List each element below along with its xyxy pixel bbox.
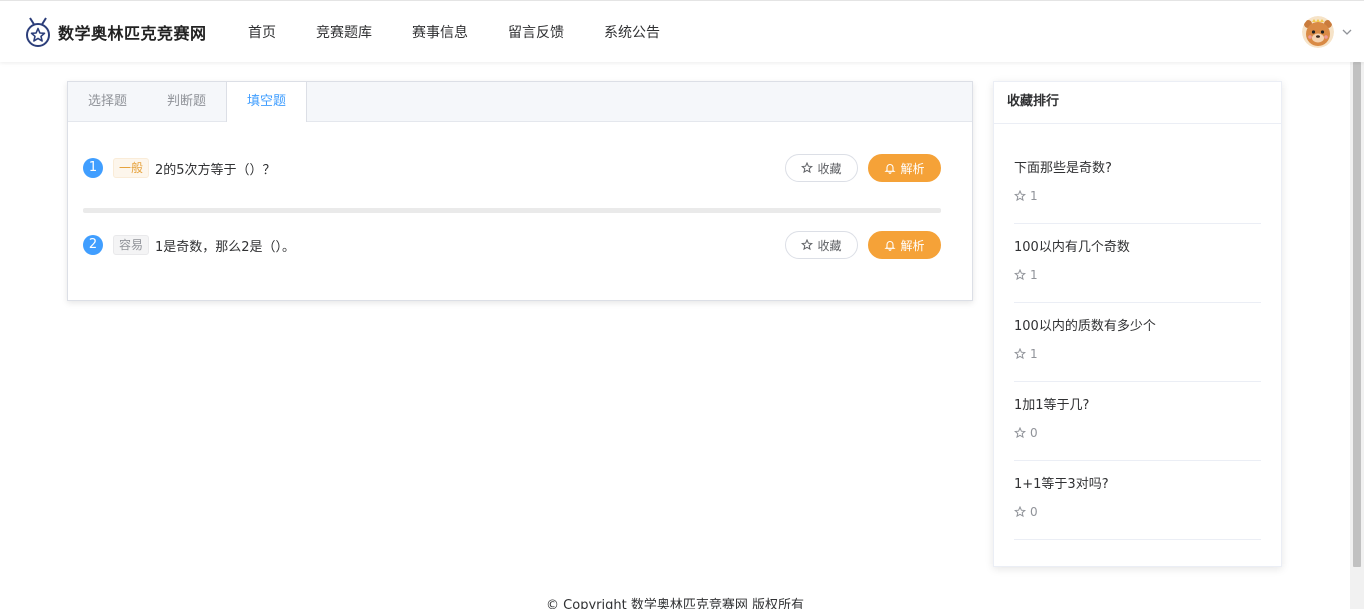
copyright-footer: © Copyright 数学奥林匹克竞赛网 版权所有 <box>546 598 804 609</box>
nav-home[interactable]: 首页 <box>248 22 276 42</box>
star-outline-icon <box>1014 506 1026 518</box>
tab-true-false[interactable]: 判断题 <box>147 82 226 122</box>
question-row: 2 容易 1是奇数，那么2是（）。 收藏 解析 <box>83 231 941 259</box>
tab-multiple-choice[interactable]: 选择题 <box>68 82 147 122</box>
favorites-ranking-card: 收藏排行 下面那些是奇数? 1 100以内有几个奇数 1 100以内的质数有多少… <box>993 81 1282 567</box>
star-outline-icon <box>801 162 814 174</box>
question-text[interactable]: 2的5次方等于（）？ <box>155 159 276 178</box>
site-title: 数学奥林匹克竞赛网 <box>58 24 207 43</box>
ranking-item-title[interactable]: 1+1等于3对吗? <box>1014 473 1261 492</box>
list-item: 100以内的质数有多少个 1 <box>1014 303 1261 382</box>
favorite-count: 1 <box>1014 268 1261 282</box>
question-actions: 收藏 解析 <box>785 231 941 259</box>
medal-star-icon <box>26 17 50 47</box>
question-row: 1 一般 2的5次方等于（）？ 收藏 解析 <box>83 154 941 182</box>
favorite-count: 0 <box>1014 426 1261 440</box>
list-item: 1+1等于3对吗? 0 <box>1014 461 1261 540</box>
favorite-count: 0 <box>1014 505 1261 519</box>
site-logo[interactable]: 数学奥林匹克竞赛网 <box>24 14 207 50</box>
nav-competition-info[interactable]: 赛事信息 <box>412 22 468 42</box>
analysis-button[interactable]: 解析 <box>868 154 941 182</box>
question-actions: 收藏 解析 <box>785 154 941 182</box>
difficulty-tag: 容易 <box>113 235 150 255</box>
question-text[interactable]: 1是奇数，那么2是（）。 <box>155 236 295 255</box>
star-outline-icon <box>801 239 814 251</box>
favorite-button[interactable]: 收藏 <box>785 154 858 182</box>
nav-question-bank[interactable]: 竞赛题库 <box>316 22 372 42</box>
ranking-item-title[interactable]: 下面那些是奇数? <box>1014 157 1261 176</box>
star-outline-icon <box>1014 269 1026 281</box>
page-scrollbar[interactable] <box>1350 62 1364 609</box>
question-type-tabs: 选择题 判断题 填空题 <box>68 82 972 122</box>
star-outline-icon <box>1014 190 1026 202</box>
top-header: 数学奥林匹克竞赛网 首页 竞赛题库 赛事信息 留言反馈 系统公告 <box>0 0 1364 62</box>
favorite-label: 收藏 <box>817 161 842 176</box>
analysis-label: 解析 <box>900 161 925 176</box>
list-item: 1加1等于几? 0 <box>1014 382 1261 461</box>
user-menu[interactable] <box>1302 16 1352 48</box>
analysis-label: 解析 <box>900 238 925 253</box>
ranking-title: 收藏排行 <box>994 82 1281 124</box>
ranking-item-title[interactable]: 100以内有几个奇数 <box>1014 236 1261 255</box>
bell-icon <box>884 164 897 174</box>
list-item: 100以内有几个奇数 1 <box>1014 224 1261 303</box>
favorite-count-value: 0 <box>1030 426 1038 440</box>
difficulty-tag: 一般 <box>113 158 150 178</box>
ranking-item-title[interactable]: 100以内的质数有多少个 <box>1014 315 1261 334</box>
nav-feedback[interactable]: 留言反馈 <box>508 22 564 42</box>
question-divider <box>83 208 941 213</box>
favorite-count-value: 1 <box>1030 347 1038 361</box>
main-nav: 首页 竞赛题库 赛事信息 留言反馈 系统公告 <box>248 1 700 63</box>
scrollbar-thumb[interactable] <box>1353 62 1361 567</box>
bear-avatar-icon[interactable] <box>1302 16 1334 48</box>
tab-fill-in-blank[interactable]: 填空题 <box>226 82 308 122</box>
question-number: 2 <box>83 235 103 255</box>
favorite-count-value: 1 <box>1030 189 1038 203</box>
favorite-count-value: 1 <box>1030 268 1038 282</box>
nav-announcements[interactable]: 系统公告 <box>604 22 660 42</box>
question-card: 选择题 判断题 填空题 1 一般 2的5次方等于（）？ 收藏 解析 2 容易 1… <box>67 81 973 301</box>
favorite-button[interactable]: 收藏 <box>785 231 858 259</box>
bell-icon <box>884 241 897 251</box>
star-outline-icon <box>1014 348 1026 360</box>
star-outline-icon <box>1014 427 1026 439</box>
ranking-item-title[interactable]: 1加1等于几? <box>1014 394 1261 413</box>
favorite-count: 1 <box>1014 347 1261 361</box>
favorite-count: 1 <box>1014 189 1261 203</box>
analysis-button[interactable]: 解析 <box>868 231 941 259</box>
ranking-list: 下面那些是奇数? 1 100以内有几个奇数 1 100以内的质数有多少个 1 1… <box>1014 145 1261 540</box>
chevron-down-icon[interactable] <box>1342 27 1352 37</box>
list-item: 下面那些是奇数? 1 <box>1014 145 1261 224</box>
question-number: 1 <box>83 158 103 178</box>
favorite-count-value: 0 <box>1030 505 1038 519</box>
favorite-label: 收藏 <box>817 238 842 253</box>
